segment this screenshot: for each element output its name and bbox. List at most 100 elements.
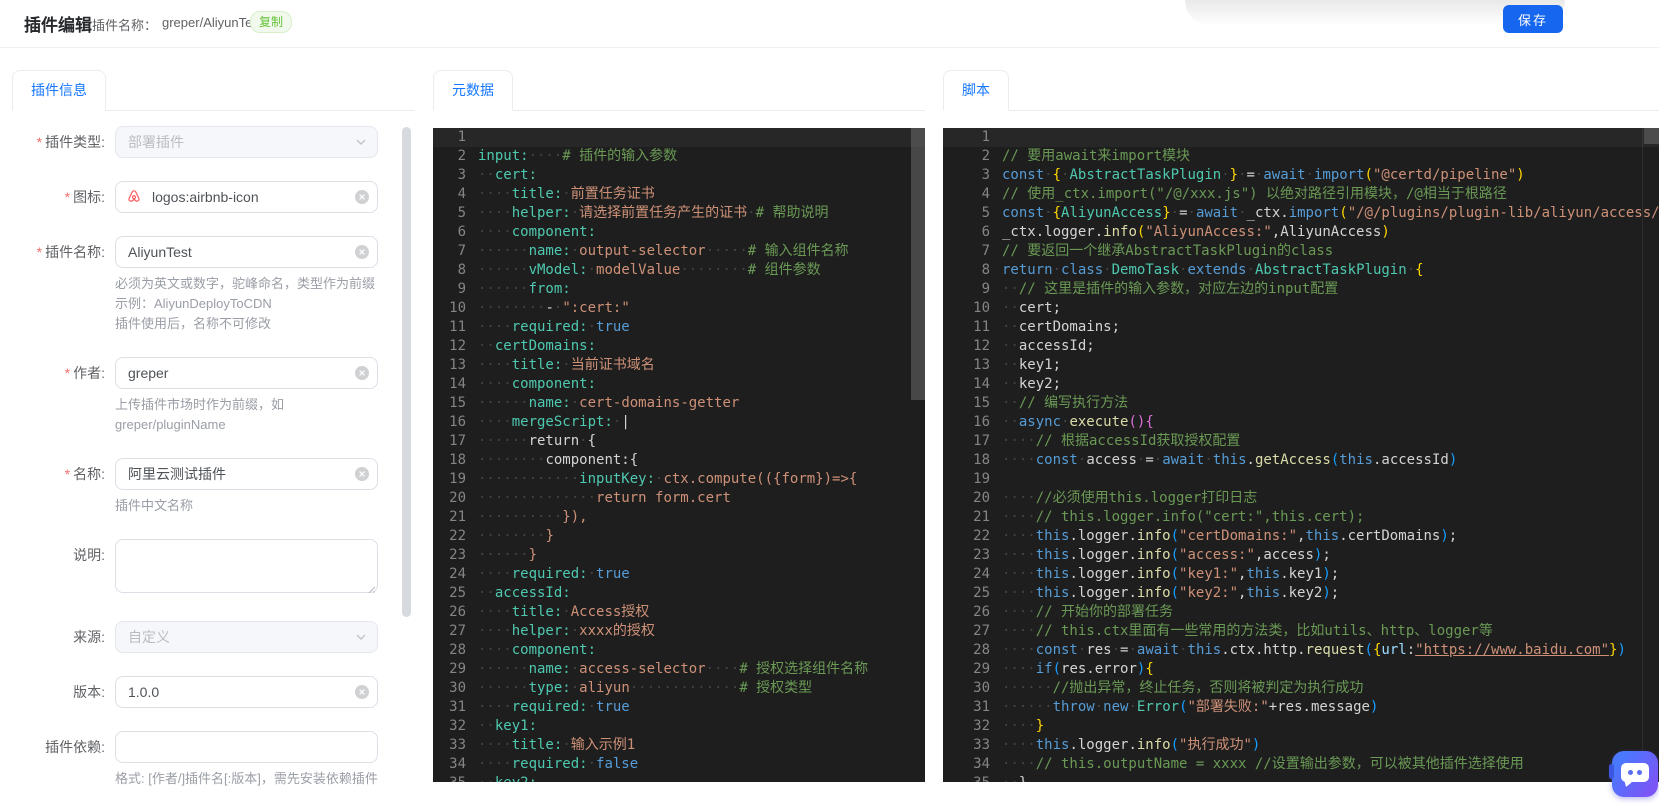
editor-scrollbar-thumb[interactable] [911,128,925,400]
field-label: 版本: [73,684,105,700]
code-line: 15 ··// 编写执行方法 [943,394,1659,413]
required-asterisk: * [64,466,71,482]
field-label: 说明: [73,547,105,563]
code-line: 7 ······name:·output-selector·····# 输入组件名… [433,242,925,261]
plugin-name-input[interactable] [115,236,378,268]
field-helper: 上传插件市场时作为前缀，如 greper/pluginName [115,397,285,432]
line-number: 2 [981,148,990,164]
code-line: 3 ··cert: [433,166,925,185]
field-label: 插件类型: [45,134,105,150]
line-number: 3 [457,167,466,183]
line-number: 20 [449,490,466,506]
code-line: 25 ··accessId: [433,584,925,603]
code-line: 31 ······throw·new·Error("部署失败:"+res.mess… [943,698,1659,717]
author-input[interactable] [115,357,378,389]
tab-script[interactable]: 脚本 [943,70,1009,111]
plugin-name-label: 插件名称： [92,18,158,33]
code-line: 3 const·{·AbstractTaskPlugin·}·=·await·im… [943,166,1659,185]
clear-icon[interactable] [355,467,369,481]
description-textarea[interactable] [115,539,378,593]
field-label: 图标: [73,189,105,205]
line-number: 20 [973,490,990,506]
line-number: 24 [973,566,990,582]
line-number: 23 [449,547,466,563]
line-number: 13 [973,357,990,373]
plugin-type-select[interactable]: 部署插件 [115,126,378,158]
line-number: 28 [973,642,990,658]
line-number: 5 [981,205,990,221]
code-line: 6 _ctx.logger.info("AliyunAccess:",Aliyun… [943,223,1659,242]
field-version: 版本: [12,676,415,708]
line-number: 25 [973,585,990,601]
line-number: 15 [973,395,990,411]
line-number: 10 [973,300,990,316]
script-code-editor[interactable]: 1 2// 要用await来import模块 3 const·{·AbstractTa… [943,128,1659,782]
code-line: 6 ····component: [433,223,925,242]
code-line: 34 ····required:·false [433,755,925,774]
line-number: 30 [449,680,466,696]
field-helper: 插件中文名称 [115,498,194,513]
metadata-code-editor[interactable]: 1 2 input:····# 插件的输入参数 3 ··cert: 4 ····title:… [433,128,925,782]
line-number: 16 [973,414,990,430]
line-number: 10 [449,300,466,316]
clear-icon[interactable] [355,685,369,699]
code-line: 20 ··············return form.cert [433,489,925,508]
title-input[interactable] [115,458,378,490]
clear-icon[interactable] [355,190,369,204]
version-input[interactable] [115,676,378,708]
chevron-down-icon [356,139,366,145]
plugin-info-form: *插件类型: 部署插件 *图标: *插件名称: 必须为英文或数字，驼峰命名，类型… [12,126,415,812]
line-number: 34 [973,756,990,772]
line-number: 6 [457,224,466,240]
field-plugin-name: *插件名称: 必须为英文或数字，驼峰命名，类型作为前缀 示例：AliyunDep… [12,236,415,334]
tab-metadata[interactable]: 元数据 [433,70,513,111]
field-plugin-type: * 插件类型: 部署插件 [12,126,415,158]
line-number: 32 [973,718,990,734]
clear-icon[interactable] [355,366,369,380]
code-line: 14 ··key2; [943,375,1659,394]
field-dependencies: 插件依赖: 格式: [作者/]插件名[:版本]，需先安装依赖插件 [12,731,415,789]
line-number: 24 [449,566,466,582]
line-number: 12 [449,338,466,354]
source-select[interactable]: 自定义 [115,621,378,653]
code-line: 2// 要用await来import模块 [943,147,1659,166]
code-line: 8 ······vModel:·modelValue········# 组件参数 [433,261,925,280]
script-tabbar: 脚本 [943,70,1659,111]
chat-assistant-button[interactable] [1609,751,1658,797]
field-icon: * 图标: [12,181,415,213]
plugin-info-tabbar: 插件信息 [12,70,415,111]
plugin-name-value: greper/AliyunTest [162,15,263,30]
code-line: 33 ····this.logger.info("执行成功") [943,736,1659,755]
copy-badge[interactable]: 复制 [250,11,293,33]
field-helper: 格式: [作者/]插件名[:版本]，需先安装依赖插件 [115,771,378,786]
code-line: 22 ········} [433,527,925,546]
code-line: 15 ······name:·cert-domains-getter [433,394,925,413]
line-number: 29 [973,661,990,677]
form-scrollbar-thumb[interactable] [402,127,411,617]
line-number: 29 [449,661,466,677]
field-label: 插件名称: [45,244,105,260]
code-line: 14 ····component: [433,375,925,394]
line-number: 7 [457,243,466,259]
tab-plugin-info[interactable]: 插件信息 [12,70,106,111]
robot-face-icon [1621,763,1649,782]
code-line: 25 ····this.logger.info("key2:",this.key2… [943,584,1659,603]
code-line: 11 ··certDomains; [943,318,1659,337]
page-header: 插件编辑 插件名称： greper/AliyunTest 复制 保存 [0,0,1659,48]
clear-icon[interactable] [355,245,369,259]
dependencies-input[interactable] [115,731,378,763]
editor-scrollbar-thumb[interactable] [1644,128,1659,144]
icon-input[interactable] [115,181,378,213]
code-line: 17 ····// 根据accessId获取授权配置 [943,432,1659,451]
line-number: 15 [449,395,466,411]
field-label: 插件依赖: [45,739,105,755]
code-line: 35··key2: [433,774,925,782]
line-number: 12 [973,338,990,354]
code-line: 9 ······from: [433,280,925,299]
line-number: 31 [973,699,990,715]
save-button[interactable]: 保存 [1503,5,1563,33]
required-asterisk: * [64,365,71,381]
line-number: 1 [981,129,990,145]
code-line: 32 ····} [943,717,1659,736]
code-line: 4 ····title:·前置任务证书 [433,185,925,204]
